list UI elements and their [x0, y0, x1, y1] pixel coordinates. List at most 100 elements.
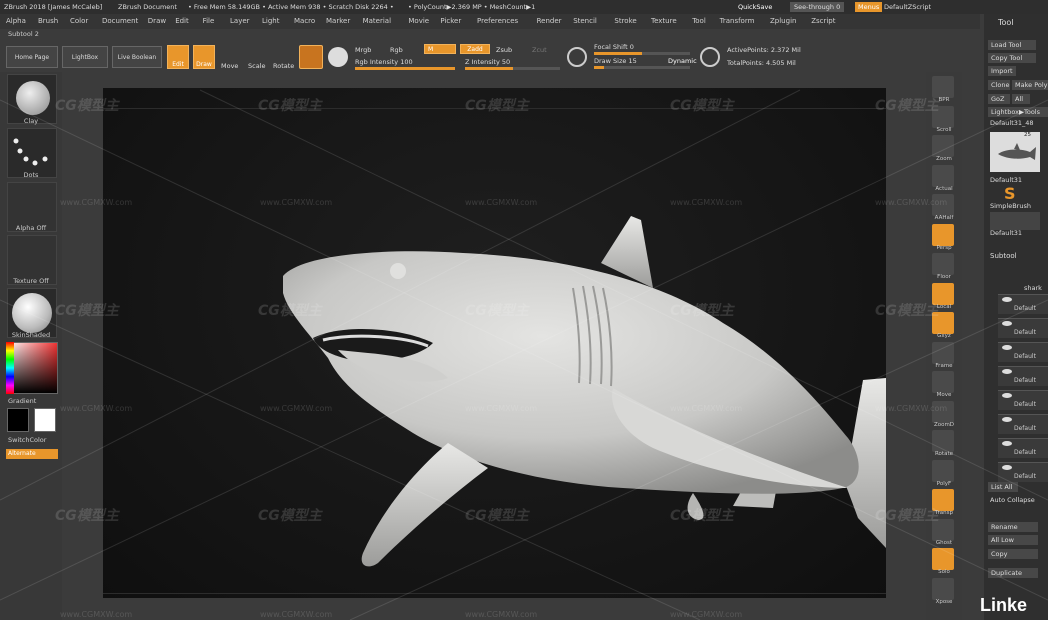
menu-edit[interactable]: Edit: [175, 14, 189, 29]
eye-icon[interactable]: [1002, 393, 1012, 398]
hue-strip[interactable]: [6, 342, 14, 394]
solo-icon[interactable]: [932, 548, 954, 570]
menu-color[interactable]: Color: [70, 14, 88, 29]
load-tool-button[interactable]: Load Tool: [988, 40, 1036, 50]
subtool-row[interactable]: Default: [998, 462, 1048, 482]
move-icon[interactable]: [932, 371, 954, 393]
menu-movie[interactable]: Movie: [408, 14, 429, 29]
menu-brush[interactable]: Brush: [38, 14, 58, 29]
eye-icon[interactable]: [1002, 465, 1012, 470]
dynamic-button[interactable]: Dynamic: [668, 57, 697, 65]
clone-button[interactable]: Clone: [988, 80, 1010, 90]
rotate-button[interactable]: Rotate: [273, 62, 294, 70]
switch-color-button[interactable]: SwitchColor: [0, 436, 62, 444]
scale-button[interactable]: Scale: [248, 62, 266, 70]
menu-material[interactable]: Material: [363, 14, 391, 29]
import-button[interactable]: Import: [988, 66, 1016, 76]
goz-all-button[interactable]: All: [1012, 94, 1030, 104]
subtool-row[interactable]: Default: [998, 366, 1048, 386]
menu-alpha[interactable]: Alpha: [6, 14, 26, 29]
rgb-intensity-slider[interactable]: Rgb Intensity 100: [355, 58, 413, 66]
mrgb-button[interactable]: Mrgb: [355, 46, 371, 54]
menu-marker[interactable]: Marker: [326, 14, 350, 29]
lightbox-button[interactable]: LightBox: [62, 46, 108, 68]
rgb-intensity-track[interactable]: [355, 67, 455, 70]
focal-shift-slider[interactable]: Focal Shift 0: [594, 43, 634, 51]
draw-size-slider[interactable]: Draw Size 15: [594, 57, 637, 65]
z-intensity-slider[interactable]: Z Intensity 50: [465, 58, 510, 66]
persp-icon[interactable]: [932, 223, 954, 246]
tool-thumbnail-small[interactable]: [990, 212, 1040, 230]
menu-stencil[interactable]: Stencil: [573, 14, 597, 29]
home-page-button[interactable]: Home Page: [6, 46, 58, 68]
m-button[interactable]: M: [424, 44, 456, 54]
subtool-row[interactable]: Default: [998, 390, 1048, 410]
draw-button[interactable]: Draw: [193, 45, 215, 69]
material-swatch[interactable]: [299, 45, 323, 69]
subtool-row[interactable]: Default: [998, 318, 1048, 338]
draw-size-track[interactable]: [594, 66, 690, 69]
make-polymesh-button[interactable]: Make PolyMesh3D: [1012, 80, 1048, 90]
menu-preferences[interactable]: Preferences: [477, 14, 518, 29]
menu-picker[interactable]: Picker: [440, 14, 461, 29]
subtool-row[interactable]: Default: [998, 414, 1048, 434]
menus-button[interactable]: Menus: [855, 2, 883, 12]
focal-shift-track[interactable]: [594, 52, 690, 55]
zsub-button[interactable]: Zsub: [496, 46, 512, 54]
menu-tool[interactable]: Tool: [692, 14, 706, 29]
lightbox-tools-button[interactable]: Lightbox▶Tools: [988, 107, 1048, 117]
menu-light[interactable]: Light: [262, 14, 279, 29]
menu-transform[interactable]: Transform: [720, 14, 755, 29]
shark-tool-thumbnail[interactable]: [990, 132, 1040, 172]
rename-button[interactable]: Rename: [988, 522, 1038, 532]
list-all-button[interactable]: List All: [988, 482, 1018, 492]
secondary-color-swatch[interactable]: [34, 408, 56, 432]
spotlight-icon[interactable]: [567, 47, 587, 67]
menu-draw[interactable]: Draw: [148, 14, 166, 29]
menu-file[interactable]: File: [203, 14, 215, 29]
z-intensity-track[interactable]: [465, 67, 560, 70]
zcut-button[interactable]: Zcut: [532, 46, 547, 54]
see-through-slider[interactable]: See-through 0: [790, 2, 845, 12]
eye-icon[interactable]: [1002, 417, 1012, 422]
menu-stroke[interactable]: Stroke: [614, 14, 636, 29]
auto-collapse-toggle[interactable]: Auto Collapse: [990, 496, 1035, 504]
primary-color-swatch[interactable]: [7, 408, 29, 432]
dynamic-icon[interactable]: [700, 47, 720, 67]
simple-brush-icon[interactable]: S: [1004, 186, 1020, 202]
menu-texture[interactable]: Texture: [651, 14, 677, 29]
sphere-icon[interactable]: [328, 47, 348, 67]
subtool-row[interactable]: Default: [998, 294, 1048, 314]
actual-icon[interactable]: [932, 164, 954, 187]
frame-icon[interactable]: [932, 341, 954, 364]
eye-icon[interactable]: [1002, 345, 1012, 350]
menu-macro[interactable]: Macro: [294, 14, 315, 29]
eye-icon[interactable]: [1002, 297, 1012, 302]
edit-button[interactable]: Edit: [167, 45, 189, 69]
polyf-icon[interactable]: [932, 459, 954, 482]
move-button[interactable]: Move: [221, 62, 238, 70]
xpose-icon[interactable]: [932, 577, 954, 600]
menu-render[interactable]: Render: [537, 14, 562, 29]
menu-zscript[interactable]: Zscript: [811, 14, 835, 29]
subtool-row[interactable]: Default: [998, 438, 1048, 458]
live-boolean-button[interactable]: Live Boolean: [112, 46, 162, 68]
copy-tool-button[interactable]: Copy Tool: [988, 53, 1036, 63]
eye-icon[interactable]: [1002, 321, 1012, 326]
zadd-button[interactable]: Zadd: [460, 44, 490, 54]
duplicate-button[interactable]: Duplicate: [988, 568, 1038, 578]
eye-icon[interactable]: [1002, 369, 1012, 374]
subtool-row[interactable]: Default: [998, 342, 1048, 362]
menu-zplugin[interactable]: Zplugin: [770, 14, 796, 29]
all-low-button[interactable]: All Low: [988, 535, 1038, 545]
default-zscript-button[interactable]: DefaultZScript: [884, 0, 931, 14]
floor-icon[interactable]: [932, 253, 954, 275]
menu-layer[interactable]: Layer: [230, 14, 250, 29]
copy-subtool-button[interactable]: Copy: [988, 549, 1038, 559]
eye-icon[interactable]: [1002, 441, 1012, 446]
goz-button[interactable]: GoZ: [988, 94, 1010, 104]
quicksave-button[interactable]: QuickSave: [738, 0, 772, 14]
rotate-icon[interactable]: [932, 430, 954, 452]
rgb-button[interactable]: Rgb: [390, 46, 403, 54]
alternate-button[interactable]: Alternate: [6, 449, 58, 459]
